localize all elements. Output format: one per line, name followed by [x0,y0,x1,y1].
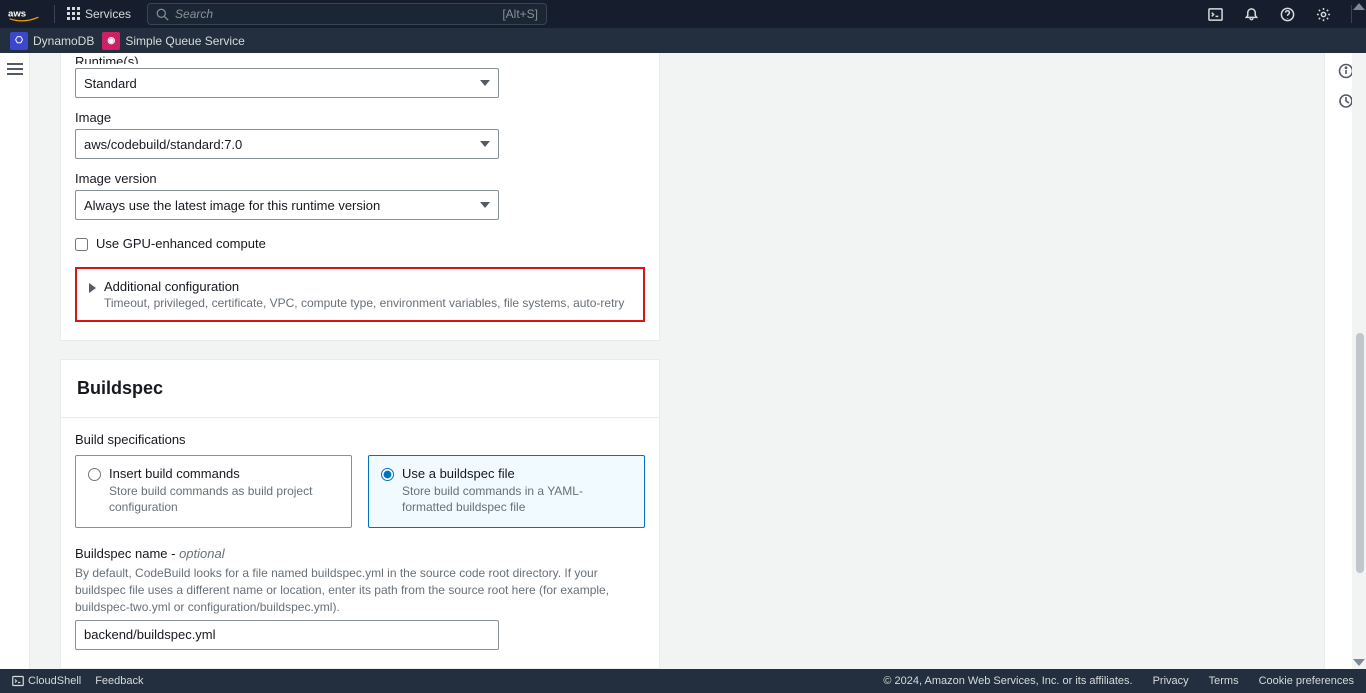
pinned-label: DynamoDB [33,34,94,48]
gpu-checkbox-row[interactable]: Use GPU-enhanced compute [75,236,645,251]
runtime-select[interactable]: Standard [75,68,499,98]
aws-logo[interactable]: aws [8,6,40,22]
search-icon [156,8,169,21]
scroll-up-icon[interactable] [1353,3,1365,10]
radio-insert-commands[interactable]: Insert build commands Store build comman… [75,455,352,528]
nav-divider [54,5,55,23]
additional-config-subtitle: Timeout, privileged, certificate, VPC, c… [104,296,624,310]
radio-use-buildspec-file-input[interactable] [381,468,394,481]
buildspec-header: Buildspec [61,360,659,418]
scrollbar[interactable] [1352,53,1366,669]
grid-icon [67,7,81,21]
help-icon[interactable] [1273,3,1301,25]
services-menu[interactable]: Services [61,7,137,21]
search-shortcut: [Alt+S] [502,7,538,21]
hamburger-icon[interactable] [7,63,23,75]
chevron-down-icon [480,202,490,208]
dynamodb-icon: ⎔ [10,32,28,50]
chevron-down-icon [480,80,490,86]
top-nav: aws Services [Alt+S] [0,0,1366,28]
footer: CloudShell Feedback © 2024, Amazon Web S… [0,669,1366,693]
bell-icon[interactable] [1237,3,1265,25]
pinned-services-row: ⎔ DynamoDB ◉ Simple Queue Service [0,28,1366,53]
buildspec-section-label: Build specifications [75,432,645,447]
radio-use-buildspec-file[interactable]: Use a buildspec file Store build command… [368,455,645,528]
cloudshell-icon[interactable] [1201,3,1229,25]
left-rail [0,53,30,669]
sqs-icon: ◉ [102,32,120,50]
runtime-label: Runtime(s) [75,54,645,64]
buildspec-card: Buildspec Build specifications Insert bu… [60,359,660,669]
buildspec-name-help: By default, CodeBuild looks for a file n… [75,565,645,615]
pinned-dynamodb[interactable]: ⎔ DynamoDB [10,32,94,50]
triangle-right-icon [89,283,96,293]
radio-insert-commands-input[interactable] [88,468,101,481]
image-value: aws/codebuild/standard:7.0 [84,137,242,152]
radio-sub: Store build commands as build project co… [109,483,339,515]
search-bar[interactable]: [Alt+S] [147,3,547,25]
pinned-label: Simple Queue Service [125,34,244,48]
cloudshell-link[interactable]: CloudShell [12,675,81,687]
gpu-label: Use GPU-enhanced compute [96,236,266,251]
radio-title: Insert build commands [109,466,339,481]
buildspec-name-input[interactable] [75,620,499,650]
nav-divider [1351,5,1352,23]
runtime-value: Standard [84,76,137,91]
radio-title: Use a buildspec file [402,466,632,481]
gpu-checkbox[interactable] [75,238,88,251]
svg-text:aws: aws [8,8,26,19]
scroll-down-icon[interactable] [1353,659,1365,666]
buildspec-name-label: Buildspec name - optional [75,546,645,561]
image-version-label: Image version [75,171,645,186]
image-label: Image [75,110,645,125]
pinned-sqs[interactable]: ◉ Simple Queue Service [102,32,244,50]
chevron-down-icon [480,141,490,147]
additional-configuration-toggle[interactable]: Additional configuration Timeout, privil… [75,267,645,322]
cookies-link[interactable]: Cookie preferences [1259,675,1354,687]
content-area: Runtime(s) Standard Image aws/codebuild/… [30,53,1324,669]
gear-icon[interactable] [1309,3,1337,25]
image-version-select[interactable]: Always use the latest image for this run… [75,190,499,220]
image-version-value: Always use the latest image for this run… [84,198,380,213]
image-select[interactable]: aws/codebuild/standard:7.0 [75,129,499,159]
radio-sub: Store build commands in a YAML-formatted… [402,483,632,515]
search-input[interactable] [175,7,375,21]
services-label: Services [85,7,131,21]
copyright: © 2024, Amazon Web Services, Inc. or its… [883,675,1132,687]
feedback-link[interactable]: Feedback [95,675,143,687]
additional-config-title: Additional configuration [104,279,624,294]
terms-link[interactable]: Terms [1209,675,1239,687]
privacy-link[interactable]: Privacy [1153,675,1189,687]
environment-card: Runtime(s) Standard Image aws/codebuild/… [60,53,660,341]
scrollbar-thumb[interactable] [1356,333,1364,573]
